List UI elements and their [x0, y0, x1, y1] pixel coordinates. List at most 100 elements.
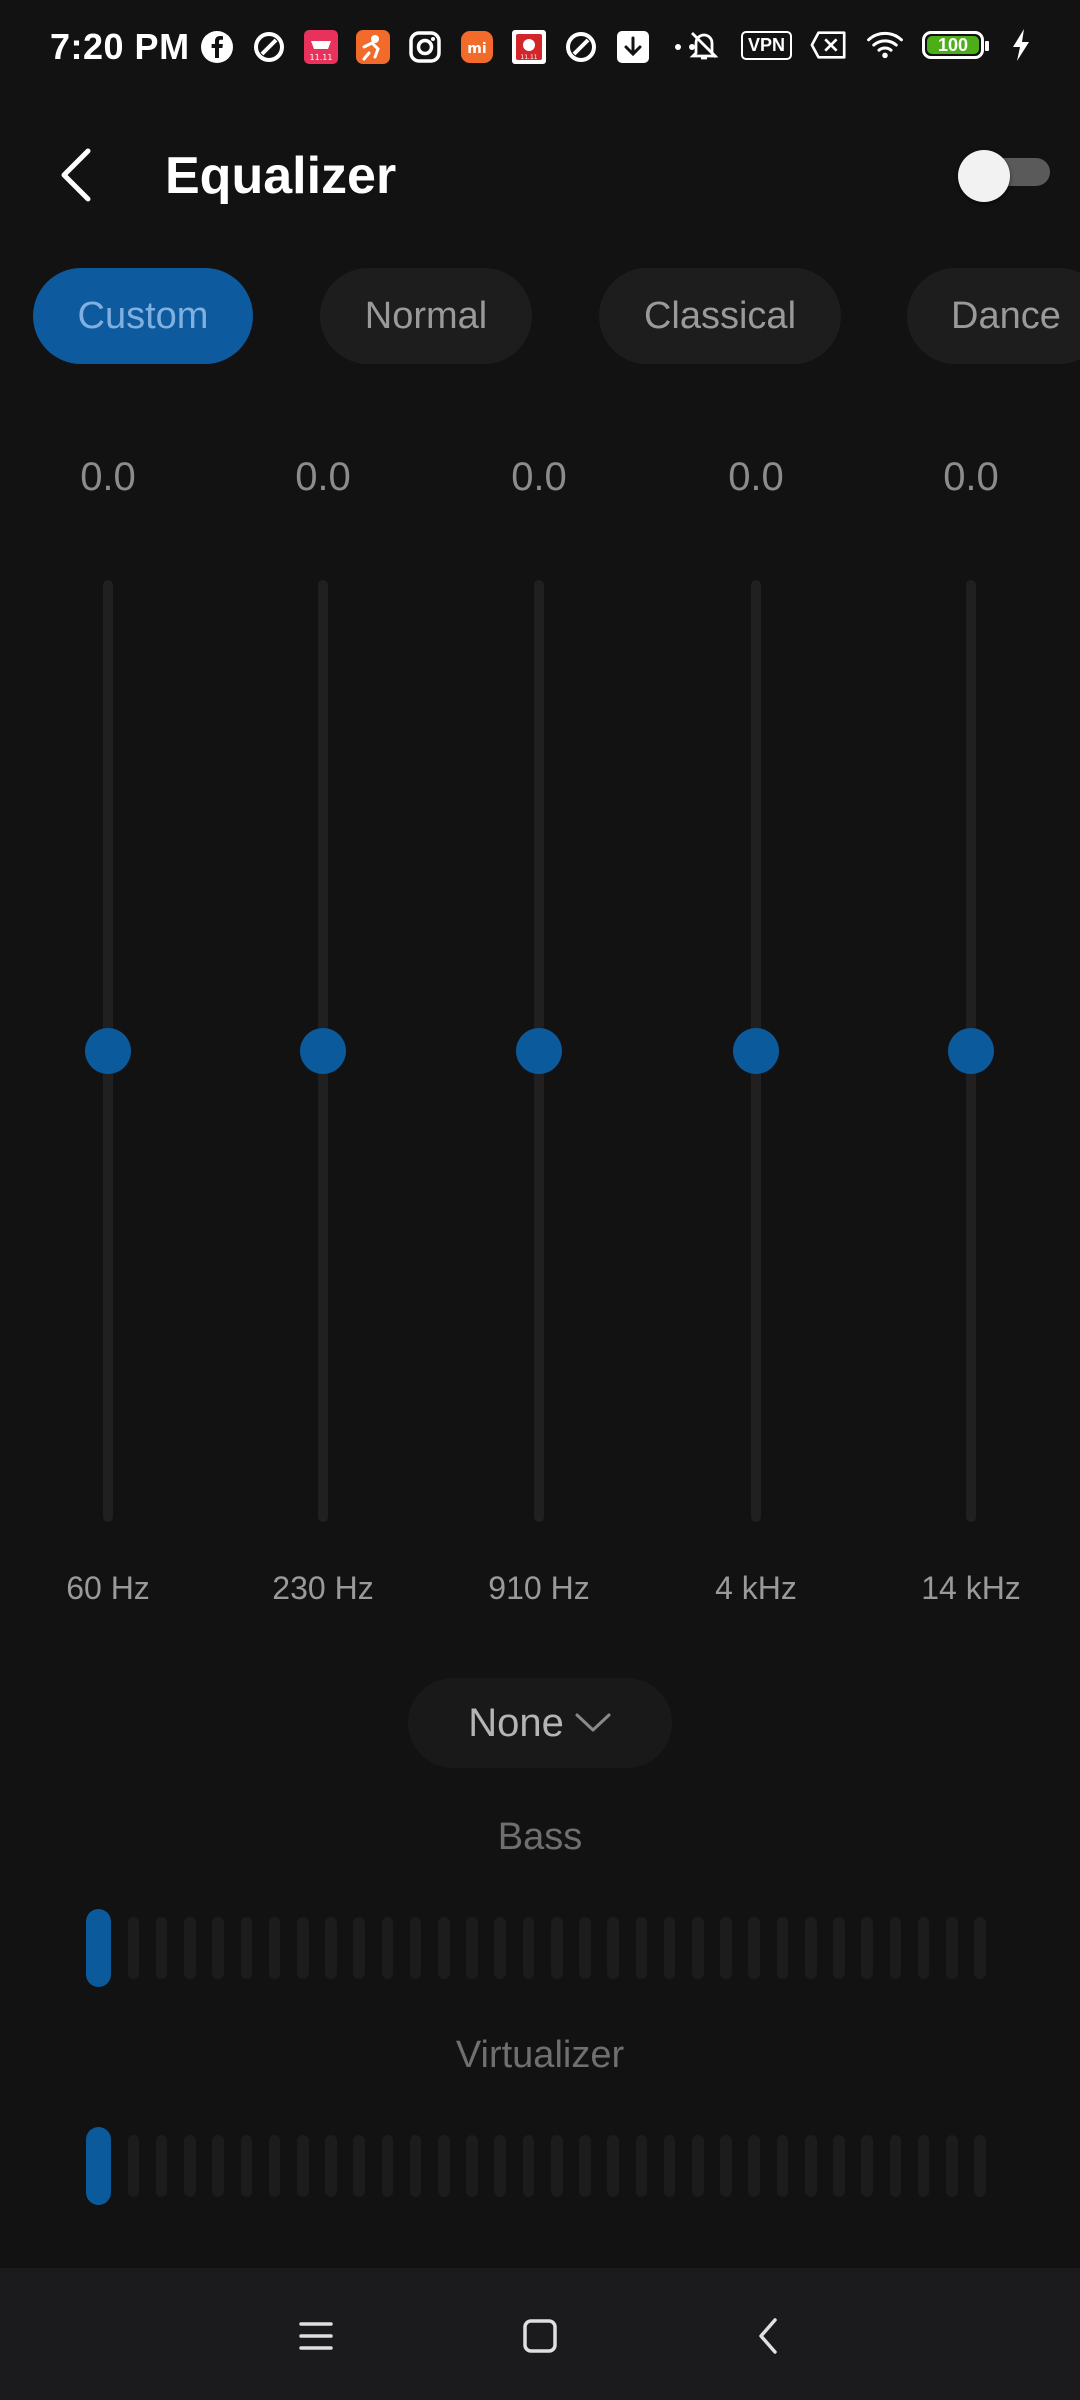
virtualizer-slider-segment: [635, 2135, 648, 2197]
bass-slider-segment: [353, 1917, 366, 1979]
bass-slider-segment: [861, 1917, 873, 1979]
preset-custom[interactable]: Custom: [33, 268, 253, 364]
virtualizer-slider[interactable]: [86, 2126, 986, 2206]
chevron-down-icon: [575, 1713, 611, 1732]
bass-slider-segment: [127, 1917, 140, 1979]
facebook-icon: [198, 28, 236, 66]
bass-slider-segment: [579, 1917, 591, 1979]
status-bar: 7:20 PM 11.11 mi 11.11 VPN 100: [0, 0, 1080, 96]
no-sim-icon: [810, 26, 848, 64]
virtualizer-slider-segment: [861, 2135, 873, 2197]
virtualizer-slider-segment: [945, 2135, 958, 2197]
status-time: 7:20 PM: [50, 26, 190, 67]
preset-normal[interactable]: Normal: [320, 268, 532, 364]
bass-slider-segment: [550, 1917, 563, 1979]
virtualizer-slider-segment: [522, 2135, 535, 2197]
virtualizer-label: Virtualizer: [455, 2034, 625, 2076]
reverb-dropdown[interactable]: None: [408, 1678, 672, 1768]
toggle-knob: [958, 150, 1010, 202]
svg-text:11.11: 11.11: [520, 54, 537, 61]
equalizer-toggle[interactable]: [958, 150, 1050, 202]
bass-slider-segment: [325, 1917, 337, 1979]
person-app-icon: [354, 28, 392, 66]
virtualizer-slider-segment: [296, 2135, 309, 2197]
virtualizer-slider-segment: [550, 2135, 563, 2197]
preset-dance[interactable]: Dance: [907, 268, 1080, 364]
bass-slider[interactable]: [86, 1908, 986, 1988]
virtualizer-slider-segment: [974, 2135, 986, 2197]
battery-icon: 100: [922, 31, 989, 59]
band-slider-thumb[interactable]: [85, 1028, 131, 1074]
virtualizer-slider-segment: [494, 2135, 507, 2197]
virtualizer-slider-segment: [381, 2135, 394, 2197]
reverb-selected: None: [468, 1700, 564, 1745]
virtualizer-slider-segment: [268, 2135, 281, 2197]
virtualizer-slider-segment: [466, 2135, 478, 2197]
band-frequency: 14 kHz: [921, 1570, 1021, 1606]
battery-level: 100: [937, 34, 969, 55]
wifi-icon: [866, 26, 904, 64]
band-slider-thumb[interactable]: [948, 1028, 994, 1074]
unknown-app-icon: [250, 28, 288, 66]
virtualizer-slider-segment: [889, 2135, 902, 2197]
charging-icon: [1002, 26, 1040, 64]
bass-slider-segment: [296, 1917, 309, 1979]
virtualizer-slider-segment: [438, 2135, 450, 2197]
virtualizer-slider-segment: [776, 2135, 789, 2197]
virtualizer-slider-segment: [184, 2135, 196, 2197]
chevron-left-icon: [759, 2318, 777, 2354]
menu-icon: [299, 2322, 333, 2350]
virtualizer-slider-segment: [804, 2135, 817, 2197]
bass-slider-segment: [945, 1917, 958, 1979]
bass-slider-segment: [212, 1917, 224, 1979]
bass-slider-segment: [974, 1917, 986, 1979]
square-icon: [523, 2319, 557, 2353]
band-frequency: 910 Hz: [488, 1570, 590, 1606]
bass-slider-segment: [776, 1917, 789, 1979]
bass-slider-segment: [184, 1917, 196, 1979]
bass-slider-segment: [438, 1917, 450, 1979]
virtualizer-slider-segment: [409, 2135, 422, 2197]
bass-slider-segment: [720, 1917, 732, 1979]
svg-text:mi: mi: [467, 41, 486, 57]
bass-slider-thumb[interactable]: [86, 1909, 112, 1987]
band-value: 0.0: [295, 455, 351, 499]
bass-slider-segment: [917, 1917, 930, 1979]
virtualizer-slider-thumb[interactable]: [86, 2127, 112, 2205]
back-button[interactable]: [48, 140, 104, 210]
virtualizer-slider-segment: [748, 2135, 761, 2197]
band-slider-thumb[interactable]: [300, 1028, 346, 1074]
recents-button[interactable]: [286, 2306, 346, 2366]
bass-slider-segment: [522, 1917, 535, 1979]
virtualizer-slider-segment: [607, 2135, 619, 2197]
bass-slider-segment: [833, 1917, 845, 1979]
bass-slider-segment: [635, 1917, 648, 1979]
unknown-app-icon: [562, 28, 600, 66]
band-value: 0.0: [728, 455, 784, 499]
bass-slider-segment: [663, 1917, 676, 1979]
bass-slider-segment: [409, 1917, 422, 1979]
shopping-app-icon: 11.11: [302, 28, 340, 66]
band-frequency: 4 kHz: [715, 1570, 797, 1606]
bass-label: Bass: [497, 1816, 583, 1858]
bass-slider-segment: [607, 1917, 619, 1979]
bass-slider-segment: [804, 1917, 817, 1979]
preset-classical[interactable]: Classical: [599, 268, 841, 364]
red-app-icon: 11.11: [510, 28, 548, 66]
virtualizer-slider-segment: [212, 2135, 224, 2197]
virtualizer-slider-segment: [127, 2135, 140, 2197]
band-value: 0.0: [80, 455, 136, 499]
band-slider-thumb[interactable]: [733, 1028, 779, 1074]
band-slider-thumb[interactable]: [516, 1028, 562, 1074]
back-nav-button[interactable]: [738, 2306, 798, 2366]
virtualizer-slider-segment: [155, 2135, 168, 2197]
vpn-icon: VPN: [740, 30, 792, 60]
virtualizer-slider-segment: [720, 2135, 732, 2197]
home-button[interactable]: [510, 2306, 570, 2366]
band-frequency: 230 Hz: [272, 1570, 374, 1606]
band-value: 0.0: [943, 455, 999, 499]
bass-slider-segment: [466, 1917, 478, 1979]
virtualizer-slider-segment: [692, 2135, 704, 2197]
virtualizer-slider-segment: [917, 2135, 930, 2197]
download-icon: [614, 28, 652, 66]
